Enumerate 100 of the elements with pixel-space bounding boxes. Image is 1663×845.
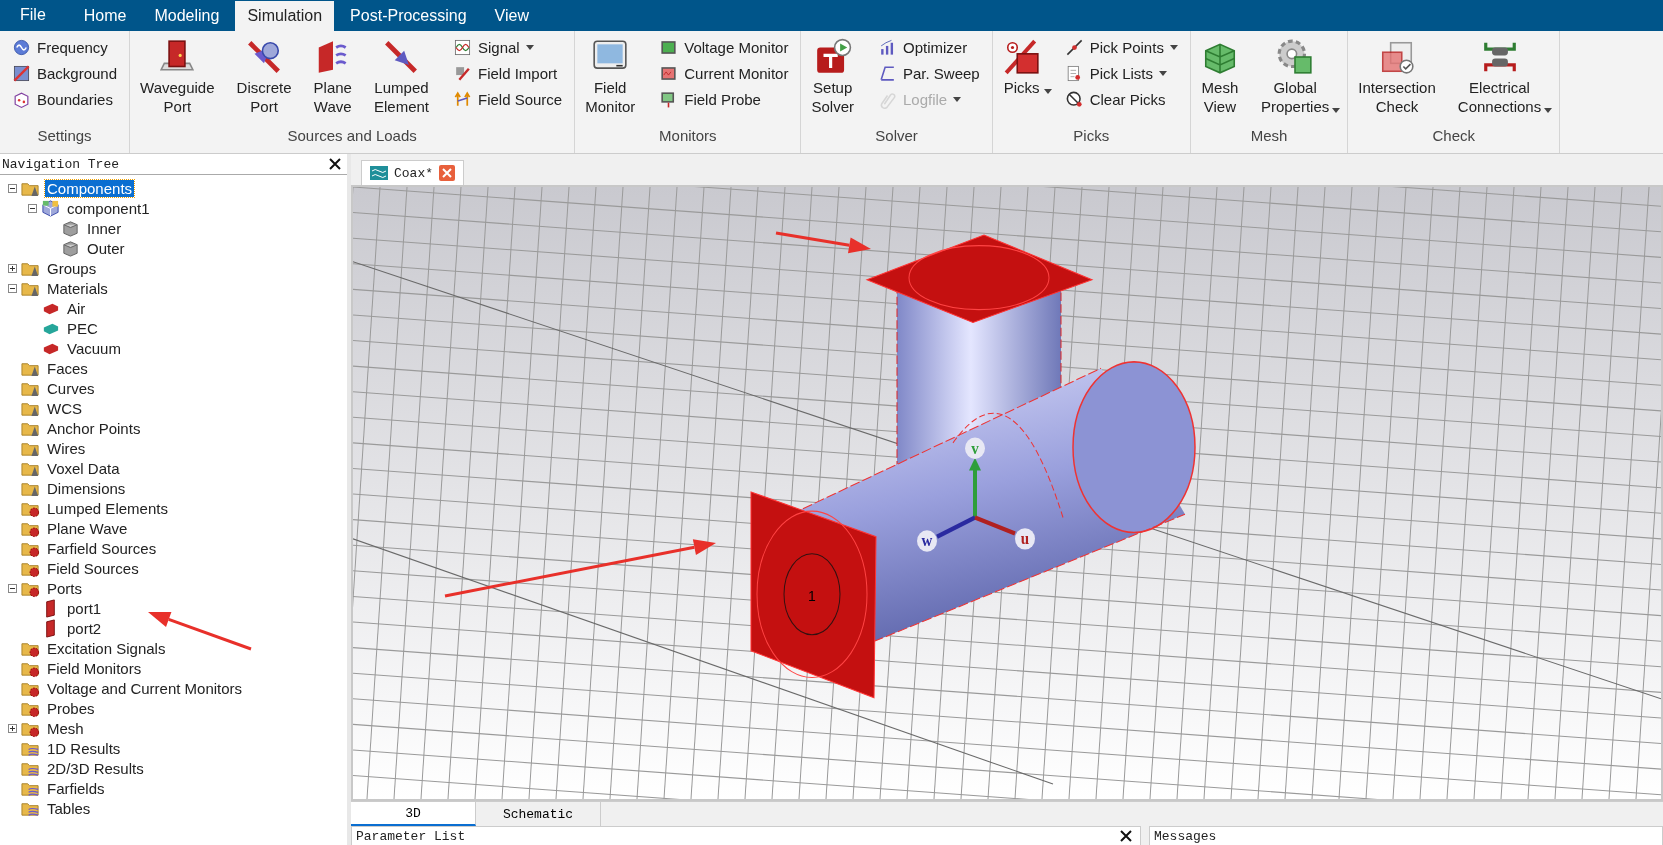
tree-item[interactable]: Field Monitors	[45, 659, 144, 677]
ribbon-button[interactable]: Waveguide Port	[134, 35, 229, 119]
background-icon	[12, 64, 31, 83]
ribbon-button[interactable]: Discrete Port	[230, 35, 306, 119]
tree-item[interactable]: Lumped Elements	[45, 499, 170, 517]
group-title: Picks	[1072, 127, 1111, 146]
tree-item[interactable]: Voxel Data	[45, 459, 122, 477]
tree-item[interactable]: WCS	[45, 399, 84, 417]
collapse-icon[interactable]	[8, 583, 17, 593]
editor-mode-tab[interactable]: 3D	[351, 802, 476, 826]
tree-item[interactable]: Outer	[85, 239, 127, 257]
waves-icon	[370, 166, 388, 180]
group-title: Monitors	[658, 127, 718, 146]
boundaries-icon	[12, 90, 31, 109]
file-menu[interactable]: File	[12, 6, 68, 31]
group-title: Check	[1431, 127, 1476, 146]
voltage-monitor-icon	[659, 38, 679, 57]
tree-item[interactable]: Plane Wave	[45, 519, 130, 537]
tree-item[interactable]: Air	[65, 299, 88, 317]
close-icon[interactable]	[1120, 830, 1132, 842]
ribbon-button[interactable]: Pick Points	[1060, 35, 1182, 60]
panel-title: Navigation Tree	[2, 156, 120, 172]
tree-item[interactable]: Vacuum	[65, 339, 123, 357]
ribbon-button[interactable]: Signal	[449, 35, 567, 60]
tree-item[interactable]: Faces	[45, 359, 90, 377]
cube-icon	[41, 198, 60, 218]
ribbon-button[interactable]: Setup Solver	[805, 35, 868, 119]
collapse-icon[interactable]	[8, 283, 17, 293]
tree-item[interactable]: Field Sources	[45, 559, 141, 577]
ribbon-button[interactable]: Global Properties	[1254, 35, 1344, 119]
signal-chart-icon	[453, 38, 472, 57]
tree-item[interactable]: Excitation Signals	[45, 639, 168, 657]
tree-item[interactable]: Inner	[85, 219, 124, 237]
document-tab[interactable]: Coax*	[361, 160, 464, 185]
tree-item[interactable]: 2D/3D Results	[45, 759, 146, 777]
tree-item[interactable]: Dimensions	[45, 479, 128, 497]
menu-tab[interactable]: Home	[71, 1, 139, 31]
tree-item[interactable]: Components	[45, 179, 135, 197]
ribbon-button[interactable]: Field Import	[449, 61, 567, 86]
panel-title: Parameter List	[356, 828, 466, 844]
ribbon-button[interactable]: Optimizer	[873, 35, 984, 60]
axis-label: u	[1020, 529, 1030, 548]
ribbon-button[interactable]: Lumped Element	[367, 35, 443, 119]
ribbon-button[interactable]: Field Source	[449, 87, 567, 112]
tree-item[interactable]: Mesh	[45, 719, 86, 737]
ribbon-button[interactable]: Frequency	[8, 35, 122, 60]
tree-item[interactable]: Ports	[45, 579, 84, 597]
current-monitor-icon	[659, 64, 679, 83]
tree-item[interactable]: Probes	[45, 699, 97, 717]
tree-item[interactable]: Voltage and Current Monitors	[45, 679, 245, 697]
ribbon-button[interactable]: Picks	[996, 35, 1055, 100]
ribbon-button[interactable]: Clear Picks	[1060, 87, 1182, 112]
ribbon-button[interactable]: Plane Wave	[307, 35, 366, 119]
tree-item[interactable]: Groups	[45, 259, 99, 277]
group-title: Solver	[874, 127, 919, 146]
tree-item[interactable]: Anchor Points	[45, 419, 143, 437]
field-import-icon	[453, 64, 472, 83]
expand-icon[interactable]	[8, 263, 17, 273]
sweep-icon	[877, 64, 897, 83]
expand-icon[interactable]	[8, 723, 17, 733]
pick-points-icon	[1064, 38, 1084, 57]
frequency-icon	[12, 38, 31, 57]
ribbon-button[interactable]: Field Monitor	[579, 35, 650, 119]
tree-item[interactable]: Farfield Sources	[45, 539, 159, 557]
group-title: Mesh	[1249, 127, 1289, 146]
block-icon	[61, 238, 80, 258]
axis-label: w	[921, 531, 933, 550]
collapse-icon[interactable]	[28, 203, 37, 213]
menu-tab[interactable]: View	[482, 1, 541, 31]
tree-item[interactable]: PEC	[65, 319, 100, 337]
clear-picks-icon	[1064, 90, 1084, 109]
tree-item[interactable]: Wires	[45, 439, 88, 457]
ribbon-button[interactable]: Intersection Check	[1352, 35, 1450, 119]
collapse-icon[interactable]	[8, 183, 17, 193]
ribbon-button[interactable]: Mesh View	[1194, 35, 1253, 119]
picks-icon	[1002, 38, 1041, 76]
ribbon-button[interactable]: Pick Lists	[1060, 61, 1182, 86]
tree-item[interactable]: Farfields	[45, 779, 107, 797]
ribbon-button[interactable]: Par. Sweep	[873, 61, 984, 86]
menu-tab[interactable]: Modeling	[142, 1, 232, 31]
panel-title: Messages	[1154, 828, 1217, 844]
menu-tab[interactable]: Simulation	[235, 1, 335, 31]
tree-item[interactable]: 1D Results	[45, 739, 123, 757]
tab-label: Coax*	[394, 165, 433, 181]
ribbon-button[interactable]: Voltage Monitor	[655, 35, 793, 60]
tree-item[interactable]: Tables	[45, 799, 93, 817]
tree-item[interactable]: Curves	[45, 379, 97, 397]
ribbon-button[interactable]: Boundaries	[8, 87, 122, 112]
field-source-icon	[453, 90, 472, 109]
ribbon-button[interactable]: Electrical Connections	[1451, 35, 1556, 119]
menu-tab[interactable]: Post-Processing	[338, 1, 479, 31]
group-title: Settings	[36, 127, 93, 146]
ribbon-button[interactable]: Current Monitor	[655, 61, 793, 86]
tree-item[interactable]: component1	[65, 199, 152, 217]
tree-item[interactable]: port2	[65, 619, 104, 637]
ribbon-button[interactable]: Background	[8, 61, 122, 86]
tree-item[interactable]: port1	[65, 599, 104, 617]
close-icon[interactable]	[329, 158, 341, 170]
tree-item[interactable]: Materials	[45, 279, 110, 297]
ribbon-button[interactable]: Field Probe	[655, 87, 793, 112]
